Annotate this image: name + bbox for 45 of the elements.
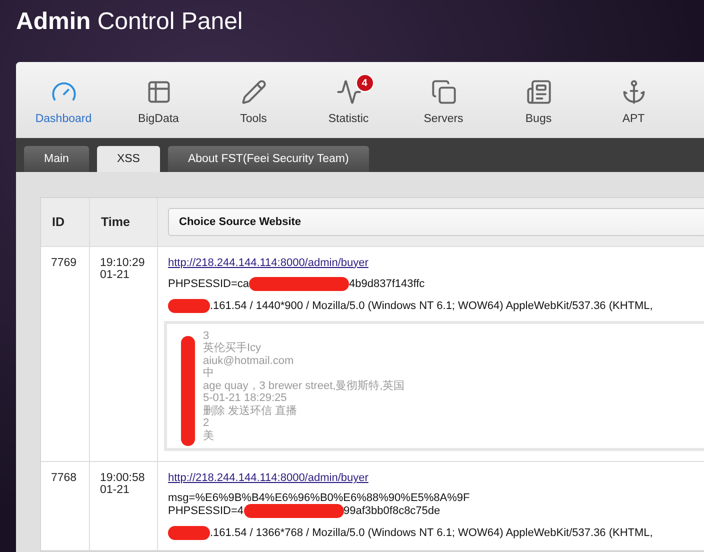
id-cell: 7769: [41, 246, 90, 462]
panel-title: Admin Control Panel: [15, 7, 244, 37]
anchor-icon: [620, 79, 646, 105]
url-link[interactable]: http://218.244.144.114:8000/admin/buyer: [168, 472, 368, 484]
column-header: Time: [90, 198, 158, 246]
toolbar-item[interactable]: Bugs: [491, 62, 586, 138]
toolbar-item[interactable]: Tools: [206, 62, 301, 138]
cookie-text: PHPSESSID=4: [168, 505, 244, 517]
content-line: aiuk@hotmail.com: [203, 354, 295, 367]
content-line: 美: [203, 430, 215, 442]
time-cell: 19:10:29 01-21: [90, 246, 158, 462]
toolbar-item[interactable]: 4 Statistic: [301, 62, 396, 138]
content-line: 3: [203, 330, 210, 342]
content-line: 删除 发送环信 直播: [203, 404, 298, 417]
source-select[interactable]: Choice Source Website: [168, 208, 704, 236]
client-text: .161.54 / 1440*900 / Mozilla/5.0 (Windows NT 6.1; WOW64) AppleWebKit/537.36 (KHTML,: [210, 300, 653, 312]
table-icon: [146, 79, 172, 105]
cookie-text: PHPSESSID=ca: [168, 278, 250, 290]
windows-icon: [430, 79, 456, 105]
pencil-icon: [240, 79, 266, 105]
url-link[interactable]: http://218.244.144.114:8000/admin/buyer: [168, 256, 368, 268]
redaction-mark: [168, 298, 210, 312]
tab[interactable]: XSS: [96, 146, 160, 172]
id-cell: 7768: [41, 462, 90, 551]
toolbar-item[interactable]: BigData: [111, 62, 206, 138]
client-text: .161.54 / 1366*768 / Mozilla/5.0 (Windows NT 6.1; WOW64) AppleWebKit/537.36 (KHTML,: [210, 527, 653, 539]
content-line: age quay，3 brewer street,曼彻斯特,英国: [203, 380, 406, 392]
redaction-mark: [168, 526, 210, 540]
tab[interactable]: Main: [24, 146, 89, 172]
cookie-text: 4b9d837f143ffc: [349, 278, 425, 290]
toolbar-item[interactable]: APT: [586, 62, 681, 138]
content-line: 英伦买手Icy: [203, 342, 262, 354]
content-line: 5-01-21 18:29:25: [203, 392, 288, 404]
tab[interactable]: About FST(Feei Security Team): [168, 146, 369, 172]
pulse-icon: [336, 79, 362, 105]
time-cell: 19:00:58 01-21: [90, 462, 158, 551]
content-line: 中: [203, 367, 215, 380]
toolbar-item[interactable]: Dashboard: [16, 62, 111, 138]
toolbar-item[interactable]: Servers: [396, 62, 491, 138]
param-text: msg=%E6%9B%B4%E6%96%B0%E6%88%90%E5%8A%9F: [168, 492, 470, 504]
newspaper-icon: [526, 79, 552, 105]
cookie-text: 99af3bb0f8c8c75de: [344, 505, 440, 517]
column-header: ID: [41, 198, 90, 246]
count-badge: 4: [356, 74, 374, 92]
content-line: 2: [203, 417, 210, 430]
